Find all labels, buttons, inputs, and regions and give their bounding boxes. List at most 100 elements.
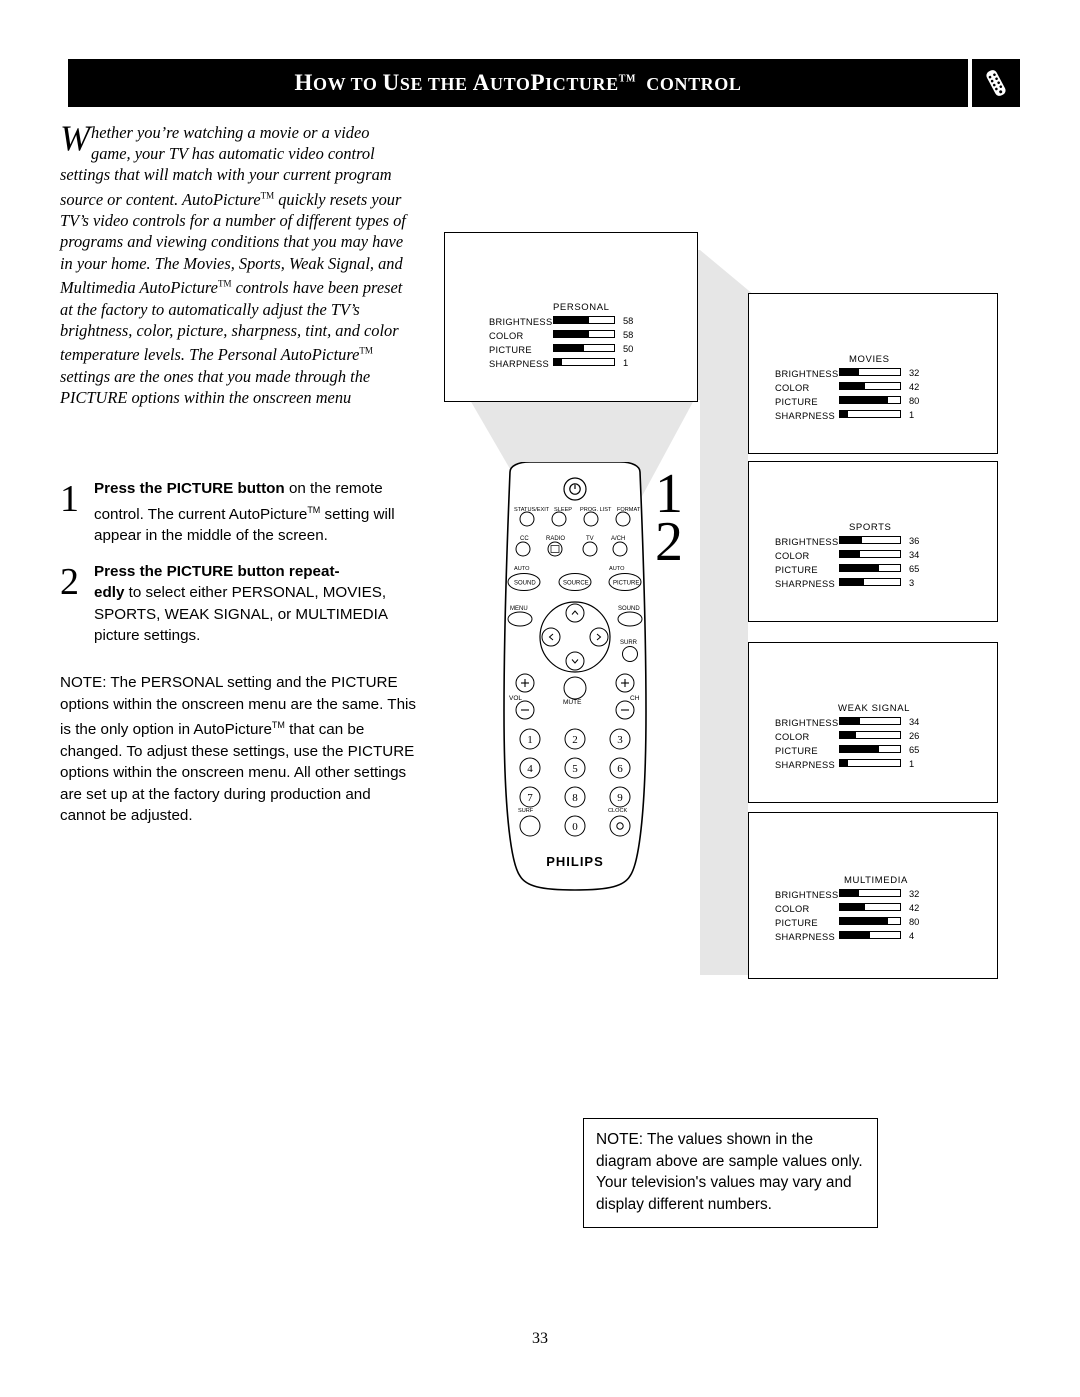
osd-movies-row-1-label: COLOR <box>775 383 810 393</box>
page-number: 33 <box>532 1330 548 1347</box>
steps-list: 1 Press the PICTURE button on the remote… <box>60 478 420 661</box>
svg-text:3: 3 <box>617 734 623 746</box>
osd-personal-row-2-label: PICTURE <box>489 345 532 355</box>
remote-control-icon <box>972 59 1020 107</box>
osd-weak-signal-row-3-value: 1 <box>909 759 915 769</box>
osd-weak-signal-row-0-bar <box>839 717 901 725</box>
svg-text:8: 8 <box>572 792 578 804</box>
osd-multimedia-row-0-bar <box>839 889 901 897</box>
osd-sports-row-0-value: 36 <box>909 536 920 546</box>
remote-control-illustration: STATUS/EXIT SLEEP PROG. LIST FORMAT CC R… <box>470 461 680 892</box>
svg-text:CH: CH <box>630 695 640 702</box>
osd-weak-signal-row-1-label: COLOR <box>775 732 810 742</box>
osd-sports: SPORTS BRIGHTNESS 36 COLOR 34 PICTURE 65… <box>748 461 998 622</box>
osd-movies-row-2-label: PICTURE <box>775 397 818 407</box>
osd-movies: MOVIES BRIGHTNESS 32 COLOR 42 PICTURE 80… <box>748 293 998 454</box>
svg-text:A/CH: A/CH <box>611 536 625 542</box>
svg-text:MUTE: MUTE <box>563 699 582 706</box>
osd-multimedia-title: MULTIMEDIA <box>844 875 908 886</box>
osd-personal-row-2-value: 50 <box>623 344 634 354</box>
svg-text:SOURCE: SOURCE <box>563 581 589 587</box>
osd-movies-row-0-bar <box>839 368 901 376</box>
osd-multimedia-row-2-bar <box>839 917 901 925</box>
osd-weak-signal-row-0-label: BRIGHTNESS <box>775 718 839 728</box>
svg-text:SOUND: SOUND <box>618 606 640 612</box>
osd-sports-row-2-bar <box>839 564 901 572</box>
bottom-note: NOTE: The values shown in the diagram ab… <box>583 1118 878 1228</box>
osd-multimedia-row-3-value: 4 <box>909 931 915 941</box>
svg-text:RADIO: RADIO <box>546 536 565 542</box>
intro-paragraph: Whether you’re watching a movie or a vid… <box>60 120 410 408</box>
step-2-bold: Press the PICTURE button repeat-edly <box>94 562 340 602</box>
osd-movies-row-2-value: 80 <box>909 396 920 406</box>
osd-weak-signal-row-2-bar <box>839 745 901 753</box>
osd-movies-row-3-label: SHARPNESS <box>775 411 836 421</box>
step-1: 1 Press the PICTURE button on the remote… <box>60 478 420 547</box>
svg-text:TV: TV <box>586 536 594 542</box>
osd-personal-row-2-bar <box>553 344 615 352</box>
osd-personal-row-1-value: 58 <box>623 330 634 340</box>
svg-text:6: 6 <box>617 763 623 775</box>
step-1-number: 1 <box>60 478 79 520</box>
osd-weak-signal: WEAK SIGNAL BRIGHTNESS 34 COLOR 26 PICTU… <box>748 642 998 803</box>
osd-multimedia-row-1-value: 42 <box>909 903 920 913</box>
osd-multimedia-row-1-label: COLOR <box>775 904 810 914</box>
osd-personal-row-0-bar <box>553 316 615 324</box>
osd-multimedia-row-2-value: 80 <box>909 917 920 927</box>
osd-personal-title: PERSONAL <box>553 302 610 313</box>
svg-text:PROG. LIST: PROG. LIST <box>580 507 612 513</box>
svg-text:9: 9 <box>617 792 623 804</box>
svg-text:5: 5 <box>572 763 578 775</box>
svg-text:STATUS/EXIT: STATUS/EXIT <box>514 507 550 513</box>
osd-personal-row-1-label: COLOR <box>489 331 524 341</box>
intro-text: hether you’re watching a movie or a vide… <box>60 123 406 407</box>
osd-multimedia-row-0-label: BRIGHTNESS <box>775 890 839 900</box>
osd-movies-row-2-bar <box>839 396 901 404</box>
osd-multimedia: MULTIMEDIA BRIGHTNESS 32 COLOR 42 PICTUR… <box>748 812 998 979</box>
osd-sports-row-1-bar <box>839 550 901 558</box>
osd-weak-signal-row-2-label: PICTURE <box>775 746 818 756</box>
svg-text:SURF: SURF <box>518 808 534 814</box>
svg-text:AUTO: AUTO <box>514 566 530 572</box>
svg-text:PHILIPS: PHILIPS <box>546 854 604 869</box>
osd-sports-row-0-label: BRIGHTNESS <box>775 537 839 547</box>
svg-text:SURR: SURR <box>620 640 638 646</box>
osd-sports-row-2-value: 65 <box>909 564 920 574</box>
step-1-text: Press the PICTURE button on the remote c… <box>94 480 395 545</box>
osd-sports-title: SPORTS <box>849 522 892 533</box>
osd-sports-row-3-bar <box>839 578 901 586</box>
svg-text:VOL: VOL <box>509 695 522 702</box>
osd-movies-row-1-bar <box>839 382 901 390</box>
osd-personal-row-3-bar <box>553 358 615 366</box>
note-paragraph: NOTE: The PERSONAL setting and the PICTU… <box>60 674 416 825</box>
svg-text:2: 2 <box>572 734 578 746</box>
svg-text:PICTURE: PICTURE <box>613 581 639 587</box>
osd-sports-row-2-label: PICTURE <box>775 565 818 575</box>
svg-text:0: 0 <box>572 821 578 833</box>
osd-movies-row-3-value: 1 <box>909 410 915 420</box>
osd-weak-signal-row-1-value: 26 <box>909 731 920 741</box>
svg-text:CC: CC <box>520 536 529 542</box>
osd-weak-signal-row-3-bar <box>839 759 901 767</box>
step-2-text: Press the PICTURE button repeat-edly to … <box>94 562 388 645</box>
osd-sports-row-1-label: COLOR <box>775 551 810 561</box>
osd-sports-row-3-value: 3 <box>909 578 915 588</box>
page-title: HOW TO USE THE AUTOPICTURETM CONTROL <box>294 70 742 95</box>
osd-movies-row-1-value: 42 <box>909 382 920 392</box>
osd-weak-signal-row-1-bar <box>839 731 901 739</box>
osd-multimedia-row-3-bar <box>839 931 901 939</box>
osd-multimedia-row-0-value: 32 <box>909 889 920 899</box>
osd-movies-row-3-bar <box>839 410 901 418</box>
osd-weak-signal-row-2-value: 65 <box>909 745 920 755</box>
osd-personal-row-3-label: SHARPNESS <box>489 359 550 369</box>
step-1-bold: Press the PICTURE button <box>94 480 285 497</box>
osd-multimedia-row-3-label: SHARPNESS <box>775 932 836 942</box>
osd-sports-row-3-label: SHARPNESS <box>775 579 836 589</box>
step-2-number: 2 <box>60 560 79 603</box>
osd-multimedia-row-1-bar <box>839 903 901 911</box>
osd-personal-row-0-value: 58 <box>623 316 634 326</box>
svg-text:AUTO: AUTO <box>609 566 625 572</box>
page-header: HOW TO USE THE AUTOPICTURETM CONTROL <box>68 59 968 107</box>
osd-personal-row-3-value: 1 <box>623 358 629 368</box>
step-2: 2 Press the PICTURE button repeat-edly t… <box>60 561 420 647</box>
